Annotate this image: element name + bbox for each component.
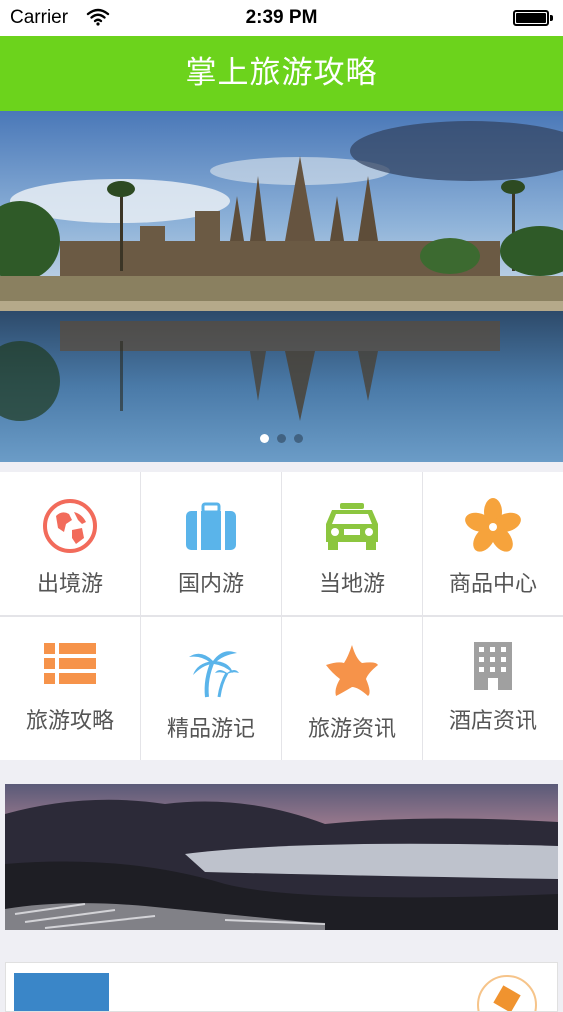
pager-dot[interactable] [294, 434, 303, 443]
suitcase-icon [141, 502, 281, 556]
grid-item-label: 酒店资讯 [448, 709, 537, 734]
grid-item-label: 旅游资讯 [307, 717, 396, 742]
grid-item-label: 出境游 [36, 572, 103, 597]
palm-tree-icon [141, 643, 281, 703]
article-badge-icon [477, 975, 537, 1011]
building-icon [423, 641, 563, 695]
globe-icon [0, 498, 140, 558]
grid-item-local-travel[interactable]: 当地游 [282, 472, 422, 615]
grid-item-domestic-travel[interactable]: 国内游 [141, 472, 281, 615]
hero-banner[interactable] [0, 111, 563, 462]
article-card[interactable] [5, 962, 558, 1012]
promo-banner[interactable] [5, 784, 558, 930]
grid-item-label: 当地游 [318, 572, 385, 597]
grid-item-label: 国内游 [177, 572, 244, 597]
status-time: 2:39 PM [245, 7, 318, 28]
grid-item-hotel-news[interactable]: 酒店资讯 [423, 617, 563, 760]
grid-item-outbound-travel[interactable]: 出境游 [0, 472, 140, 615]
starfish-icon [282, 643, 422, 703]
car-icon [282, 502, 422, 556]
nav-bar: 掌上旅游攻略 [0, 36, 563, 111]
flower-icon [423, 498, 563, 560]
battery-icon [513, 10, 553, 26]
pager-dot-active[interactable] [260, 434, 269, 443]
category-grid: 出境游 国内游 当地游 商品中心 旅游攻略 精品游记 旅游资讯 酒店资讯 [0, 472, 563, 760]
status-bar: Carrier 2:39 PM [0, 0, 563, 36]
article-thumbnail [14, 973, 109, 1011]
grid-item-shopping-center[interactable]: 商品中心 [423, 472, 563, 615]
grid-item-label: 旅游攻略 [25, 709, 114, 734]
page-title: 掌上旅游攻略 [185, 55, 378, 91]
grid-item-travel-news[interactable]: 旅游资讯 [282, 617, 422, 760]
grid-item-label: 商品中心 [448, 572, 537, 597]
hero-image [0, 111, 563, 462]
grid-item-travel-guide[interactable]: 旅游攻略 [0, 617, 140, 760]
pager-dot[interactable] [277, 434, 286, 443]
promo-image [5, 784, 558, 930]
grid-item-travel-notes[interactable]: 精品游记 [141, 617, 281, 760]
list-icon [0, 643, 140, 689]
grid-item-label: 精品游记 [166, 717, 255, 742]
hero-pager[interactable] [0, 428, 563, 443]
